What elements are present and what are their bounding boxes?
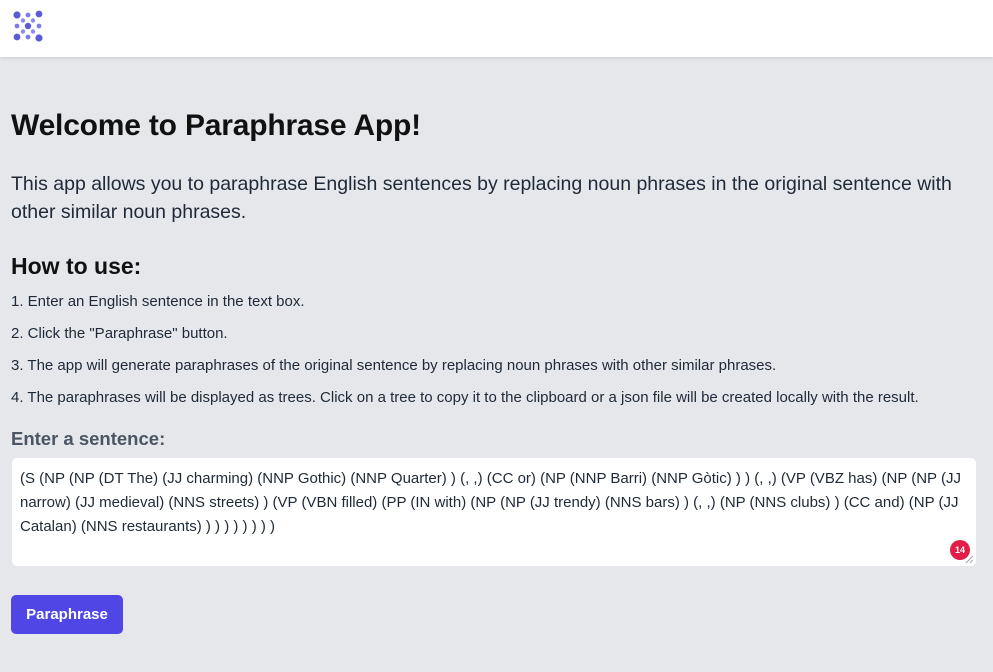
sentence-input-label: Enter a sentence: bbox=[11, 428, 166, 449]
step-item: 4. The paraphrases will be displayed as … bbox=[11, 389, 919, 406]
step-item: 2. Click the "Paraphrase" button. bbox=[11, 325, 228, 342]
step-item: 3. The app will generate paraphrases of … bbox=[11, 357, 777, 374]
how-to-heading: How to use: bbox=[11, 253, 142, 279]
intro-text: This app allows you to paraphrase Englis… bbox=[11, 173, 952, 223]
how-to-steps: 1. Enter an English sentence in the text… bbox=[11, 286, 983, 414]
top-navbar bbox=[0, 0, 993, 57]
resize-handle-icon[interactable] bbox=[965, 555, 974, 564]
page-title: Welcome to Paraphrase App! bbox=[11, 109, 421, 142]
dots-logo-icon[interactable] bbox=[11, 9, 45, 43]
sentence-input-wrapper: (S (NP (NP (DT The) (JJ charming) (NNP G… bbox=[11, 457, 977, 567]
main-content: Welcome to Paraphrase App! This app allo… bbox=[11, 108, 983, 567]
step-item: 1. Enter an English sentence in the text… bbox=[11, 293, 305, 310]
paraphrase-button[interactable]: Paraphrase bbox=[11, 595, 123, 634]
sentence-input[interactable]: (S (NP (NP (DT The) (JJ charming) (NNP G… bbox=[12, 458, 976, 566]
